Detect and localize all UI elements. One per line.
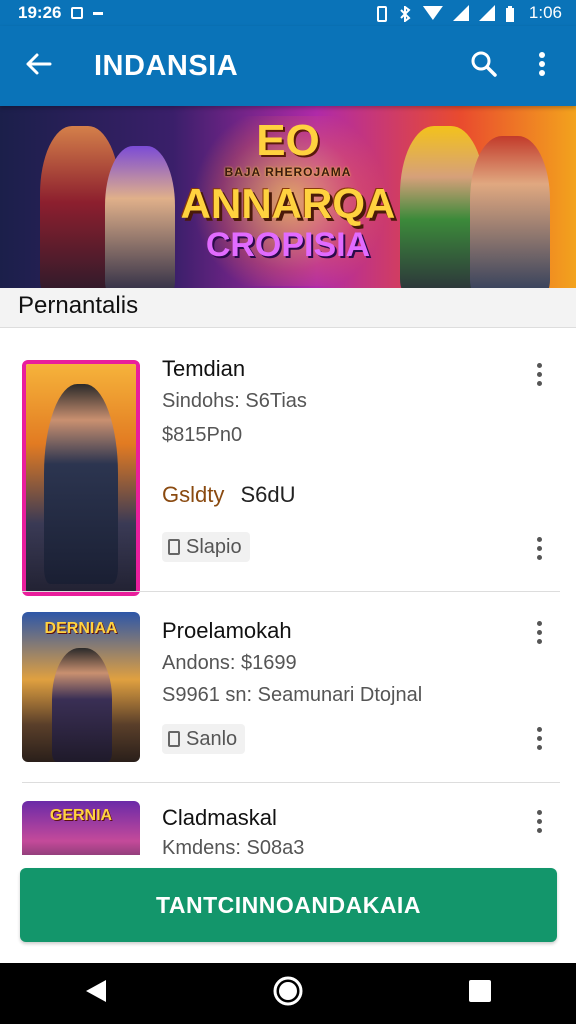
list-item[interactable]: DERNIAA Proelamokah Andons: $1699 S9961 … [0, 592, 576, 782]
item-title: Cladmaskal [162, 805, 277, 830]
chip-label: Slapio [186, 535, 242, 558]
signal-icon [452, 5, 469, 21]
item-price: S9961 sn: Seamunari Dtojnal [162, 684, 423, 706]
banner-title-top: EO [256, 116, 320, 165]
search-icon [470, 50, 498, 83]
wifi-icon [422, 6, 443, 20]
item-tag-chip[interactable]: Slapio [162, 532, 250, 562]
overflow-menu-button[interactable] [520, 44, 564, 88]
nav-back-button[interactable] [66, 969, 126, 1019]
thumbnail-hero [44, 384, 118, 584]
thumbnail-art [26, 364, 136, 592]
status-right: 1:06 [375, 3, 562, 23]
search-button[interactable] [462, 44, 506, 88]
bluetooth-icon [399, 5, 413, 23]
item-detail: Sindohs: S6Tias [162, 390, 307, 412]
quality-value: S6dU [240, 482, 296, 507]
status-bar: 19:26 1:06 [0, 0, 576, 26]
status-time-right: 1:06 [528, 3, 562, 22]
nav-recents-button[interactable] [450, 969, 510, 1019]
tag-icon [168, 731, 180, 747]
item-detail: Kmdens: S08a3 [162, 837, 305, 855]
item-more-button[interactable] [526, 616, 552, 648]
more-vert-icon [538, 51, 546, 82]
item-more-button[interactable] [526, 358, 552, 390]
list-item[interactable]: GERNIA Cladmaskal Kmdens: S08a3 [0, 783, 576, 855]
status-left: 19:26 [18, 3, 104, 23]
banner-subtitle: BAJA RHEROJAMA [224, 165, 352, 179]
item-thumbnail: GERNIA [22, 801, 140, 855]
square-recents-icon [468, 979, 492, 1008]
thumbnail-label: GERNIA [49, 807, 113, 824]
item-thumbnail: DERNIAA [22, 612, 140, 762]
item-more-button-bottom[interactable] [526, 722, 552, 754]
battery-icon [505, 6, 519, 22]
item-tag-chip[interactable]: Sanlo [162, 724, 246, 754]
signal-icon-2 [478, 5, 495, 21]
vibrate-icon [375, 6, 389, 22]
notification-icon [93, 11, 104, 15]
back-button[interactable] [12, 40, 64, 92]
tag-icon [168, 539, 180, 555]
status-time-left: 19:26 [18, 3, 62, 22]
banner-title-main: ANNARQA [180, 180, 396, 227]
chip-label: Sanlo [186, 727, 238, 750]
item-title: Proelamokah [162, 618, 292, 643]
app-actions [462, 44, 564, 88]
section-title: Pernantalis [18, 292, 139, 319]
app-bar: INDANSIA [0, 26, 576, 106]
triangle-back-icon [84, 978, 108, 1009]
quality-label: Gsldty [162, 482, 225, 507]
primary-action-button[interactable]: TANTCINNOANDAKAIA [20, 868, 557, 942]
circle-home-icon [272, 975, 304, 1012]
nav-home-button[interactable] [258, 969, 318, 1019]
cta-container: TANTCINNOANDAKAIA [0, 855, 576, 963]
item-more-button-bottom[interactable] [526, 532, 552, 564]
item-quality: Gsldty S6dU [162, 482, 296, 508]
page-title: INDANSIA [94, 49, 239, 82]
item-more-button[interactable] [526, 805, 552, 837]
arrow-left-icon [24, 52, 52, 81]
item-price: $815Pn0 [162, 424, 243, 446]
system-nav-bar [0, 963, 576, 1024]
section-header: Pernantalis [0, 288, 576, 328]
item-thumbnail [22, 360, 140, 596]
thumbnail-label: DERNIAA [44, 620, 118, 637]
screenshot-icon [71, 7, 84, 19]
banner-title-sub: CROPISIA [205, 226, 371, 264]
list-item[interactable]: Temdian Sindohs: S6Tias $815Pn0 Gsldty S… [0, 330, 576, 596]
thumbnail-hero [52, 648, 112, 762]
item-detail: Andons: $1699 [162, 652, 297, 674]
item-title: Temdian [162, 356, 246, 381]
